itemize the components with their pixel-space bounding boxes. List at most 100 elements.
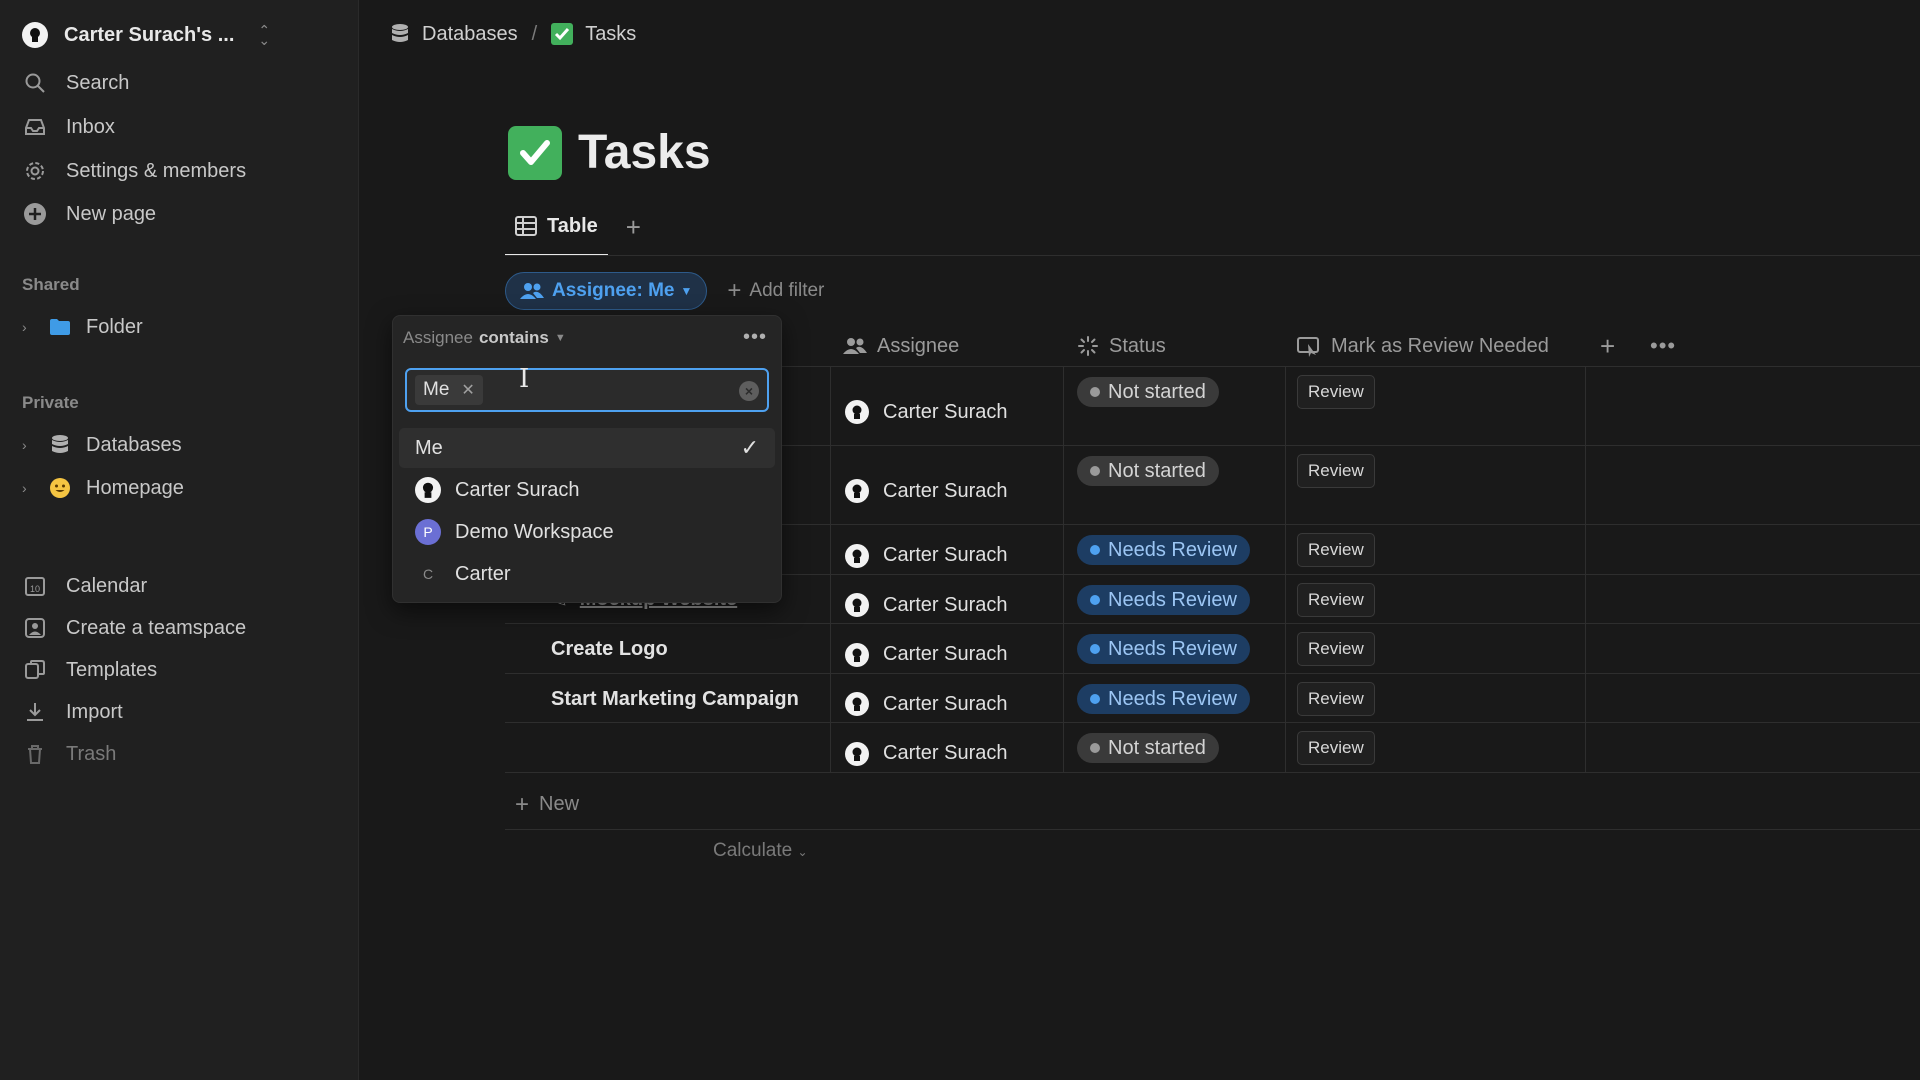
row-name[interactable]: Start Marketing Campaign: [551, 674, 799, 722]
assignee-filter-chip[interactable]: Assignee: Me ▼: [505, 272, 708, 310]
sidebar-import[interactable]: Import: [22, 695, 342, 729]
sidebar-item-databases[interactable]: › Databases: [22, 428, 342, 462]
row-status[interactable]: Needs Review: [1077, 525, 1250, 574]
review-button[interactable]: Review: [1297, 682, 1375, 716]
column-divider: [1063, 367, 1064, 445]
table-row[interactable]: Start Marketing Campaign Carter Surach N…: [505, 674, 1920, 723]
assignee-filter-label: Assignee: Me: [552, 280, 675, 301]
calculate-button[interactable]: Calculate ⌄: [713, 840, 808, 862]
shared-section-label: Shared: [22, 275, 80, 294]
row-assignee[interactable]: Carter Surach: [845, 367, 1008, 445]
table-row[interactable]: Create Logo Carter Surach Needs Review R…: [505, 624, 1920, 674]
sidebar-settings[interactable]: Settings & members: [22, 154, 342, 188]
option-carter-surach[interactable]: Carter Surach: [399, 470, 775, 510]
sidebar-new-page[interactable]: New page: [22, 197, 342, 231]
review-button[interactable]: Review: [1297, 583, 1375, 617]
sidebar-inbox[interactable]: Inbox: [22, 110, 342, 144]
row-status[interactable]: Not started: [1077, 723, 1219, 772]
option-demo-workspace[interactable]: P Demo Workspace: [399, 512, 775, 552]
row-status[interactable]: Not started: [1077, 367, 1219, 445]
chevron-right-icon[interactable]: ›: [22, 437, 36, 453]
review-button[interactable]: Review: [1297, 375, 1375, 409]
table-row[interactable]: Carter Surach Not started Review: [505, 723, 1920, 773]
page-icon-check-icon[interactable]: [508, 125, 562, 180]
sidebar-homepage-label: Homepage: [86, 476, 184, 499]
row-status[interactable]: Needs Review: [1077, 575, 1250, 623]
more-options-icon[interactable]: •••: [743, 326, 767, 349]
sidebar-item-folder[interactable]: › Folder: [22, 310, 342, 344]
selected-token: Me ✕: [415, 375, 483, 405]
plus-icon: +: [727, 277, 742, 304]
column-divider: [1063, 723, 1064, 772]
plus-icon: +: [515, 790, 530, 818]
column-divider: [1585, 624, 1586, 673]
trash-icon: [22, 741, 48, 767]
sidebar-search[interactable]: Search: [22, 66, 342, 100]
review-button[interactable]: Review: [1297, 454, 1375, 488]
column-header-mark-review[interactable]: Mark as Review Needed: [1297, 325, 1549, 367]
row-assignee[interactable]: Carter Surach: [845, 624, 1008, 673]
review-button[interactable]: Review: [1297, 731, 1375, 765]
row-status[interactable]: Needs Review: [1077, 674, 1250, 722]
column-divider: [830, 525, 831, 574]
row-assignee[interactable]: Carter Surach: [845, 723, 1008, 772]
gear-icon: [22, 158, 48, 184]
workspace-name: Carter Surach's ...: [64, 23, 235, 46]
remove-token-close-icon[interactable]: ✕: [461, 380, 474, 400]
option-me[interactable]: Me ✓: [399, 428, 775, 468]
more-options-icon[interactable]: •••: [1650, 325, 1676, 367]
status-label: Not started: [1108, 736, 1206, 759]
column-divider: [1585, 446, 1586, 524]
tab-table-label: Table: [547, 214, 598, 237]
breadcrumb-databases-label: Databases: [422, 22, 518, 45]
page-title[interactable]: Tasks: [578, 125, 711, 180]
row-assignee[interactable]: Carter Surach: [845, 674, 1008, 722]
filter-condition[interactable]: Assignee contains ▼: [403, 328, 566, 348]
sidebar-new-page-label: New page: [66, 202, 157, 225]
add-filter-label: Add filter: [749, 280, 825, 301]
people-icon: [520, 282, 544, 300]
review-button[interactable]: Review: [1297, 632, 1375, 666]
breadcrumb-tasks[interactable]: Tasks: [551, 23, 636, 46]
sidebar-templates[interactable]: Templates: [22, 653, 342, 687]
column-divider: [1285, 575, 1286, 623]
clear-input-icon[interactable]: ×: [739, 381, 759, 401]
review-button[interactable]: Review: [1297, 533, 1375, 567]
row-status[interactable]: Needs Review: [1077, 624, 1250, 673]
tab-table[interactable]: Table: [505, 210, 608, 256]
filter-value-input[interactable]: Me ✕ ×: [405, 368, 769, 412]
calendar-icon: 10: [22, 573, 48, 599]
sidebar: Carter Surach's ... ⌃ ⌄ Search Inbox Sett…: [0, 0, 359, 1080]
column-divider: [830, 723, 831, 772]
add-column-plus-icon[interactable]: +: [1600, 325, 1615, 367]
breadcrumb-databases[interactable]: Databases: [390, 23, 518, 46]
workspace-switcher[interactable]: Carter Surach's ... ⌃ ⌄: [22, 18, 342, 52]
column-divider: [1285, 525, 1286, 574]
sidebar-create-teamspace[interactable]: Create a teamspace: [22, 611, 342, 645]
private-section-label: Private: [22, 393, 79, 412]
row-status[interactable]: Not started: [1077, 446, 1219, 524]
column-header-assignee[interactable]: Assignee: [843, 325, 959, 367]
new-row-button[interactable]: + New: [505, 780, 1920, 830]
sidebar-calendar[interactable]: 10 Calendar: [22, 569, 342, 603]
column-divider: [830, 624, 831, 673]
sidebar-item-homepage[interactable]: › Homepage: [22, 471, 342, 505]
column-header-status[interactable]: Status: [1077, 325, 1166, 367]
sidebar-trash[interactable]: Trash: [22, 737, 342, 771]
switch-workspace-icon[interactable]: ⌃ ⌄: [258, 23, 270, 47]
add-view-plus-icon[interactable]: +: [626, 212, 641, 255]
row-name[interactable]: Create Logo: [551, 624, 668, 673]
row-assignee[interactable]: Carter Surach: [845, 575, 1008, 623]
column-divider: [1063, 624, 1064, 673]
option-carter[interactable]: C Carter: [399, 554, 775, 594]
column-divider: [1063, 575, 1064, 623]
add-filter-button[interactable]: + Add filter: [727, 277, 824, 305]
row-assignee[interactable]: Carter Surach: [845, 525, 1008, 574]
filter-operator-label[interactable]: contains: [479, 328, 549, 348]
chevron-right-icon[interactable]: ›: [22, 319, 36, 335]
sidebar-import-label: Import: [66, 700, 123, 723]
sidebar-templates-label: Templates: [66, 658, 158, 681]
chevron-right-icon[interactable]: ›: [22, 480, 36, 496]
row-assignee[interactable]: Carter Surach: [845, 446, 1008, 524]
workspace-avatar-icon: [22, 22, 48, 48]
